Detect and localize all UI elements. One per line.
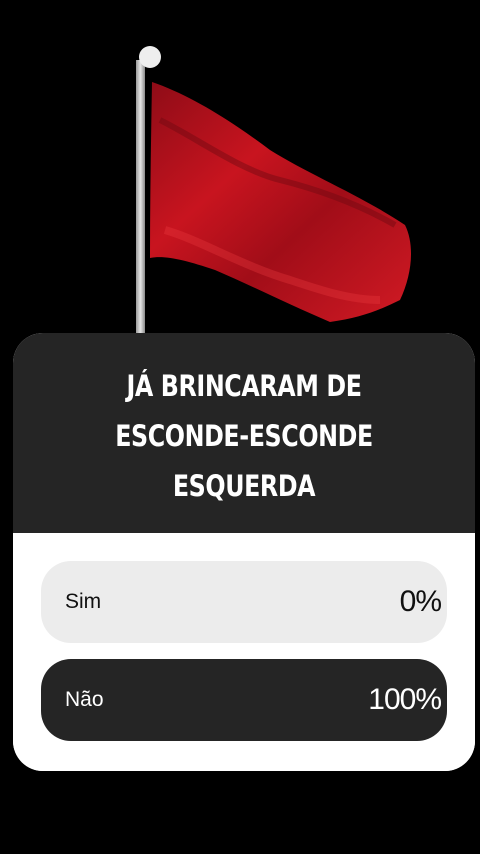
poll-header: JÁ BRINCARAM DE ESCONDE-ESCONDE ESQUERDA (13, 333, 475, 533)
poll-card: JÁ BRINCARAM DE ESCONDE-ESCONDE ESQUERDA… (13, 333, 475, 771)
poll-option-label: Não (65, 688, 104, 711)
poll-options: Sim 0% Não 100% (13, 533, 475, 771)
story-background: JÁ BRINCARAM DE ESCONDE-ESCONDE ESQUERDA… (0, 0, 480, 854)
poll-option-percent: 100% (368, 683, 442, 716)
poll-option-nao[interactable]: Não 100% (41, 659, 447, 741)
flag-icon (136, 46, 412, 350)
red-flag-image (0, 0, 480, 360)
poll-option-sim[interactable]: Sim 0% (41, 561, 447, 643)
poll-question-line: ESCONDE-ESCONDE (115, 419, 373, 453)
poll-question-line: ESQUERDA (172, 469, 316, 503)
poll-option-label: Sim (65, 590, 102, 613)
poll-question-line: JÁ BRINCARAM DE (126, 369, 362, 403)
poll-option-percent: 0% (399, 585, 442, 618)
poll-question: JÁ BRINCARAM DE ESCONDE-ESCONDE ESQUERDA (88, 361, 400, 511)
